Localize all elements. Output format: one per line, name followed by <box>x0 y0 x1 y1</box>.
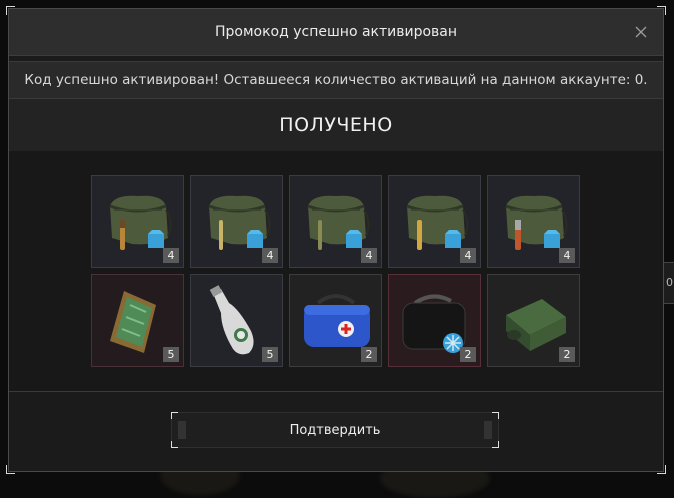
activation-message: Код успешно активирован! Оставшееся коли… <box>9 61 663 99</box>
button-side-mark <box>484 421 492 439</box>
reward-slot-bag[interactable]: 4 <box>190 175 283 268</box>
received-label: ПОЛУЧЕНО <box>279 114 393 136</box>
button-corner <box>171 441 178 448</box>
item-quantity: 4 <box>559 248 575 263</box>
received-heading: ПОЛУЧЕНО <box>9 99 663 151</box>
reward-slot-black-medkit[interactable]: 2 <box>388 274 481 367</box>
button-side-mark <box>178 421 186 439</box>
close-button[interactable] <box>633 24 649 40</box>
confirm-button[interactable]: Подтвердить <box>171 412 499 448</box>
confirm-label: Подтвердить <box>289 422 381 438</box>
item-quantity: 5 <box>262 347 278 362</box>
reward-slot-bag[interactable]: 4 <box>289 175 382 268</box>
item-quantity: 4 <box>361 248 377 263</box>
item-quantity: 2 <box>559 347 575 362</box>
promo-dialog: Промокод успешно активирован Код успешно… <box>6 6 666 474</box>
button-corner <box>492 412 499 419</box>
rewards-area: 4 4 4 4 4 5 5 2 2 2 <box>9 151 663 391</box>
close-icon <box>635 26 647 38</box>
reward-slot-bag[interactable]: 4 <box>91 175 184 268</box>
reward-slot-blue-medkit[interactable]: 2 <box>289 274 382 367</box>
reward-slot-bag[interactable]: 4 <box>487 175 580 268</box>
item-quantity: 4 <box>163 248 179 263</box>
activation-message-text: Код успешно активирован! Оставшееся коли… <box>24 72 648 88</box>
reward-grid: 4 4 4 4 4 5 5 2 2 2 <box>91 175 580 367</box>
dialog-header: Промокод успешно активирован <box>9 9 663 56</box>
button-corner <box>171 412 178 419</box>
reward-slot-bottle[interactable]: 5 <box>190 274 283 367</box>
reward-slot-bag[interactable]: 4 <box>388 175 481 268</box>
reward-slot-ration[interactable]: 5 <box>91 274 184 367</box>
dialog-corner <box>657 465 666 474</box>
dialog-title: Промокод успешно активирован <box>214 24 458 40</box>
item-quantity: 5 <box>163 347 179 362</box>
item-quantity: 2 <box>361 347 377 362</box>
item-quantity: 4 <box>460 248 476 263</box>
dialog-corner <box>6 465 15 474</box>
item-quantity: 2 <box>460 347 476 362</box>
edge-widget-text: 0 <box>666 276 673 289</box>
divider <box>9 391 663 392</box>
reward-slot-ammo-crate[interactable]: 2 <box>487 274 580 367</box>
item-quantity: 4 <box>262 248 278 263</box>
button-corner <box>492 441 499 448</box>
